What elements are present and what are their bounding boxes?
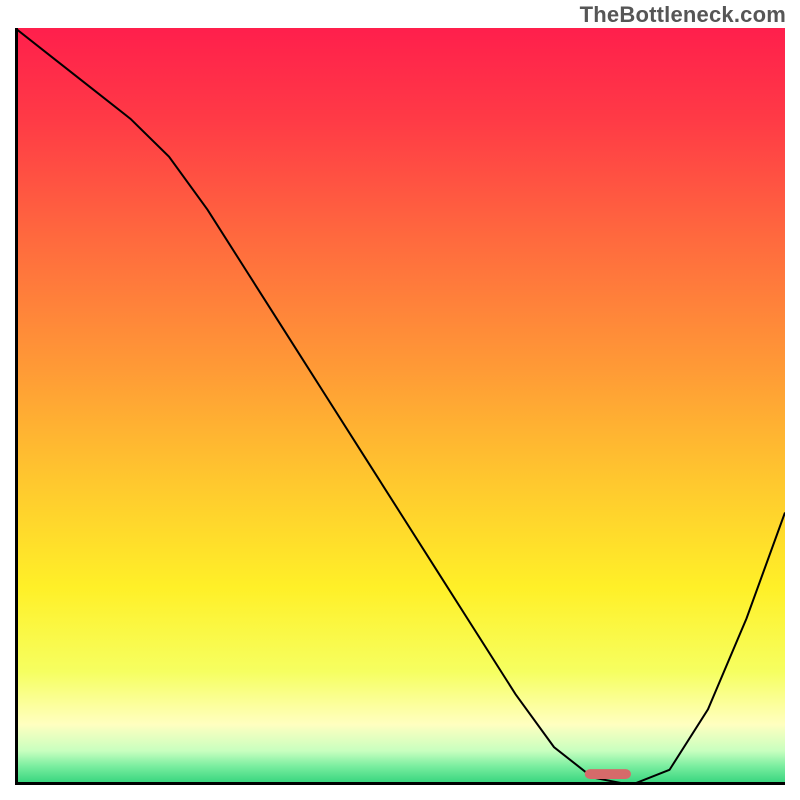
watermark-text: TheBottleneck.com [580,2,786,28]
axes-frame [15,28,785,785]
